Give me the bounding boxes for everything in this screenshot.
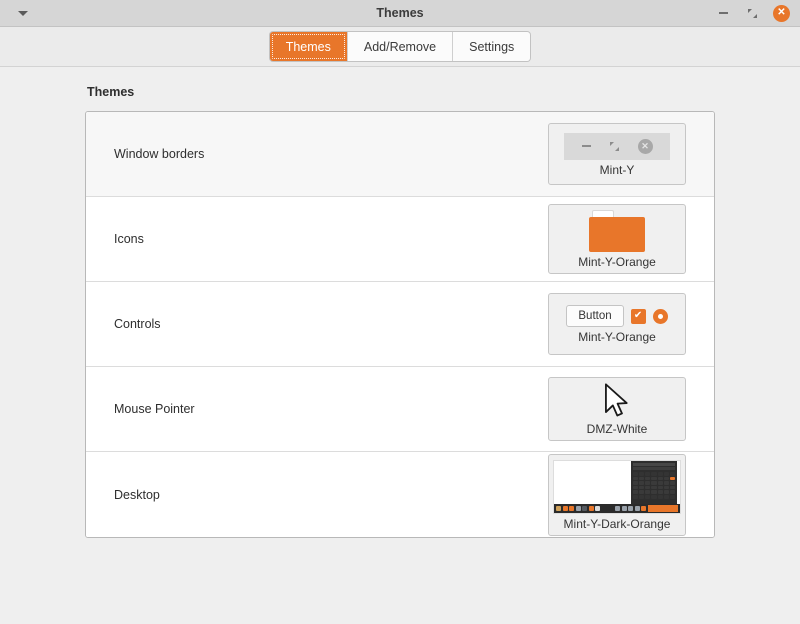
window-borders-chooser-button[interactable]: ✕ Mint-Y xyxy=(548,123,686,185)
preview-minimize-icon xyxy=(581,145,591,147)
row-icons[interactable]: Icons Mint-Y-Orange xyxy=(86,197,714,282)
preview-maximize-icon xyxy=(609,141,619,151)
row-label-desktop: Desktop xyxy=(114,487,160,502)
window-titlebar: Themes ✕ xyxy=(0,0,800,27)
window-borders-preview: ✕ xyxy=(564,132,670,160)
taskbar-launchers xyxy=(556,505,600,511)
maximize-button[interactable] xyxy=(744,5,760,21)
controls-chooser-button[interactable]: Button ✔ Mint-Y-Orange xyxy=(548,293,686,355)
minimize-icon xyxy=(718,12,728,14)
tab-settings[interactable]: Settings xyxy=(453,32,531,61)
tab-themes[interactable]: Themes xyxy=(269,32,348,61)
desktop-screenshot-thumbnail xyxy=(553,459,681,514)
desktop-value: Mint-Y-Dark-Orange xyxy=(563,516,671,531)
icons-value: Mint-Y-Orange xyxy=(578,255,656,269)
row-label-window-borders: Window borders xyxy=(114,147,205,161)
mouse-pointer-value: DMZ-White xyxy=(586,422,648,436)
themes-list: Window borders ✕ Mint-Y Icons Mint-Y-Ora… xyxy=(85,111,715,538)
mouse-pointer-chooser-button[interactable]: DMZ-White xyxy=(548,377,686,441)
taskbar-tray xyxy=(615,505,646,511)
preview-radio-icon xyxy=(652,308,668,324)
row-desktop[interactable]: Desktop Mint-Y-Dark-Orange xyxy=(86,452,714,537)
controls-preview: Button ✔ xyxy=(566,305,668,327)
cursor-arrow-icon xyxy=(605,383,628,417)
icons-preview xyxy=(589,210,645,252)
row-label-controls: Controls xyxy=(114,317,161,331)
row-mouse-pointer[interactable]: Mouse Pointer DMZ-White xyxy=(86,367,714,452)
titlebar-preview-strip: ✕ xyxy=(564,132,670,160)
mouse-pointer-preview xyxy=(600,383,634,419)
icons-chooser-button[interactable]: Mint-Y-Orange xyxy=(548,204,686,274)
row-label-icons: Icons xyxy=(114,232,144,246)
section-title: Themes xyxy=(87,85,135,99)
toolbar: Themes Add/Remove Settings xyxy=(0,27,800,67)
window-title: Themes xyxy=(376,6,424,20)
taskbar-clock xyxy=(648,504,678,512)
window-controls: ✕ xyxy=(715,0,800,26)
row-controls[interactable]: Controls Button ✔ Mint-Y-Orange xyxy=(86,282,714,367)
chevron-down-icon xyxy=(18,10,28,16)
row-window-borders[interactable]: Window borders ✕ Mint-Y xyxy=(86,112,714,197)
taskbar-preview xyxy=(554,503,680,513)
window-menu-button[interactable] xyxy=(0,0,46,26)
minimize-button[interactable] xyxy=(715,5,731,21)
row-label-mouse-pointer: Mouse Pointer xyxy=(114,402,195,416)
close-button[interactable]: ✕ xyxy=(773,4,790,22)
desktop-chooser-button[interactable]: Mint-Y-Dark-Orange xyxy=(548,453,686,536)
maximize-icon xyxy=(747,8,757,18)
tab-group: Themes Add/Remove Settings xyxy=(269,32,531,61)
preview-checkbox-icon: ✔ xyxy=(630,308,646,324)
calendar-popup-preview xyxy=(631,460,677,505)
window-borders-value: Mint-Y xyxy=(599,162,635,177)
preview-close-icon: ✕ xyxy=(637,138,653,154)
content-area: Themes Window borders ✕ Mint-Y Icons Min… xyxy=(0,67,800,623)
preview-button: Button xyxy=(566,305,624,327)
desktop-preview xyxy=(553,459,681,514)
folder-icon xyxy=(589,210,645,252)
tab-add-remove[interactable]: Add/Remove xyxy=(347,32,454,61)
controls-value: Mint-Y-Orange xyxy=(578,330,656,344)
